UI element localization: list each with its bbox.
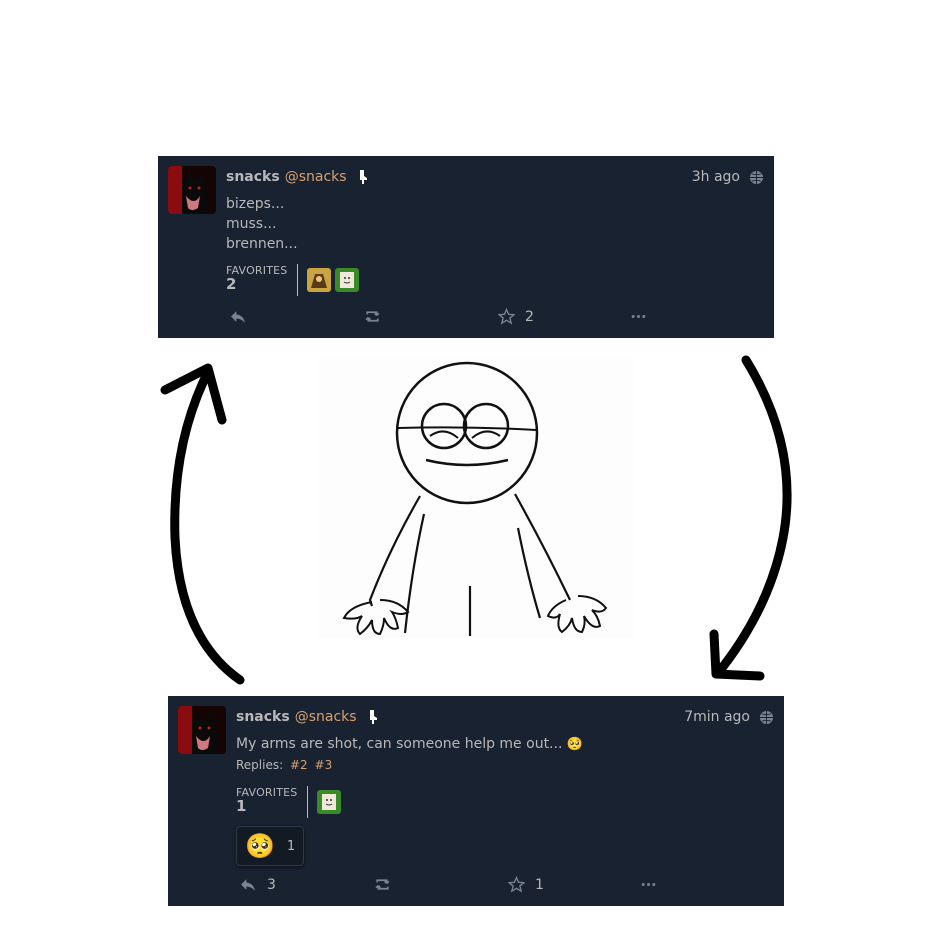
action-bar: 2 [228,308,774,328]
display-name[interactable]: snacks [236,709,290,725]
star-icon [508,876,525,893]
post-line: muss... [226,216,277,232]
reply-button[interactable] [230,308,247,325]
replies-label: Replies: [236,758,284,772]
user-handle[interactable]: @snacks [295,709,357,725]
favorite-button[interactable]: 1 [508,876,544,893]
display-name[interactable]: snacks [226,169,280,185]
post-line: brennen... [226,236,298,252]
bot-icon [355,169,369,185]
ellipsis-icon [641,883,656,886]
retweet-icon [365,311,380,322]
favoriter-avatar[interactable] [307,268,331,292]
favorites-summary: FAVORITES 1 [236,786,341,818]
favorite-count: 1 [535,876,544,893]
globe-icon [759,710,774,725]
post-header: snacks @snacks 3h ago [226,167,764,187]
favoriter-avatar[interactable] [335,268,359,292]
favorite-button[interactable]: 2 [498,308,534,325]
favorites-summary: FAVORITES 2 [226,264,359,296]
emoji-reaction-button[interactable]: 🥺 1 [236,826,304,866]
reply-icon [241,879,255,891]
reply-button[interactable]: 3 [240,876,276,893]
reaction-count: 1 [286,838,296,854]
user-avatar[interactable] [168,166,216,214]
post-timestamp[interactable]: 3h ago [692,169,740,185]
repeat-button[interactable] [374,876,391,893]
globe-icon [749,170,764,185]
user-handle[interactable]: @snacks [285,169,347,185]
post-line: bizeps... [226,196,285,212]
post-header: snacks @snacks 7min ago [236,707,774,727]
replies-list: Replies: #2 #3 [236,758,332,772]
reply-icon [231,311,245,323]
retweet-icon [375,879,390,890]
ellipsis-icon [631,315,646,318]
pleading-face-icon: 🥺 [245,832,275,860]
post-timestamp[interactable]: 7min ago [684,709,750,725]
post-content: bizeps... muss... brennen... [226,194,298,254]
star-icon [498,308,515,325]
status-post-bottom: snacks @snacks 7min ago My arms are shot… [168,696,784,906]
user-avatar[interactable] [178,706,226,754]
favoriter-avatar[interactable] [317,790,341,814]
reply-count: 3 [267,876,276,893]
more-button[interactable] [640,876,657,893]
action-bar: 3 1 [238,876,784,896]
more-button[interactable] [630,308,647,325]
bot-icon [365,709,379,725]
favorites-count: 2 [226,275,237,293]
post-text: My arms are shot, can someone help me ou… [236,736,567,752]
repeat-button[interactable] [364,308,381,325]
favorites-count: 1 [236,797,247,815]
status-post-top: snacks @snacks 3h ago bizeps... muss... … [158,156,774,338]
reply-link[interactable]: #2 [290,758,308,772]
post-content: My arms are shot, can someone help me ou… [236,734,583,755]
stick-figure-drawing [160,355,792,685]
reply-link[interactable]: #3 [315,758,333,772]
pleading-face-icon: 🥺 [566,737,584,752]
favorite-count: 2 [525,308,534,325]
